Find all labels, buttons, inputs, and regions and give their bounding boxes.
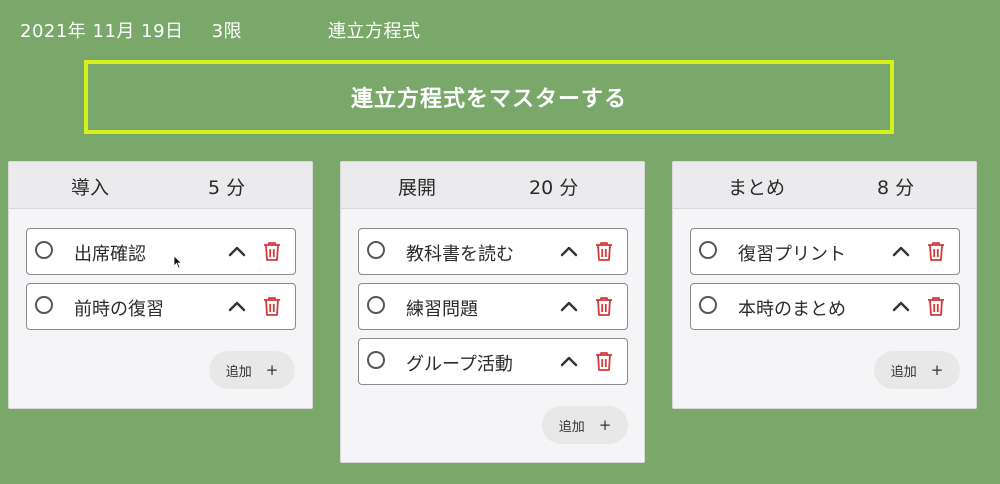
column-header: 展開 20 分 [341,162,644,209]
task-label: 練習問題 [406,299,478,320]
plus-icon: + [598,416,612,434]
add-task-button[interactable]: 追加 + [874,351,960,389]
chevron-up-icon[interactable] [227,296,247,316]
task-card[interactable]: 出席確認 [26,228,296,275]
column-title: 展開 [398,177,437,199]
chevron-up-icon[interactable] [891,241,911,261]
add-task-button[interactable]: 追加 + [542,406,628,444]
lesson-date: 2021年 11月 19日 [20,21,184,42]
task-label: 教科書を読む [406,244,514,265]
lesson-period: 3限 [211,21,243,42]
trash-icon[interactable] [263,241,281,261]
column-summary: まとめ 8 分 復習プリント 本時のまとめ 追加 + [672,161,977,409]
mouse-cursor-icon [173,255,183,269]
task-label: 前時の復習 [74,299,164,320]
lesson-subject: 連立方程式 [328,21,421,42]
column-title: まとめ [728,177,786,199]
column-minutes: 5 分 [208,177,246,199]
complete-radio[interactable] [367,241,385,259]
plus-icon: + [265,361,279,379]
column-introduction: 導入 5 分 出席確認 前時の復習 追加 + [8,161,313,409]
add-task-button[interactable]: 追加 + [209,351,295,389]
chevron-up-icon[interactable] [559,241,579,261]
chevron-up-icon[interactable] [559,351,579,371]
column-header: まとめ 8 分 [673,162,976,209]
lesson-goal-banner[interactable]: 連立方程式をマスターする [84,60,894,134]
task-label: グループ活動 [406,354,513,375]
column-header: 導入 5 分 [9,162,312,209]
task-card[interactable]: 練習問題 [358,283,628,330]
task-label: 出席確認 [74,244,146,265]
trash-icon[interactable] [595,296,613,316]
task-label: 復習プリント [738,244,846,265]
task-label: 本時のまとめ [738,299,846,320]
trash-icon[interactable] [927,241,945,261]
complete-radio[interactable] [35,241,53,259]
complete-radio[interactable] [367,296,385,314]
trash-icon[interactable] [595,241,613,261]
column-title: 導入 [71,177,110,199]
lesson-info-bar: 2021年 11月 19日 3限 連立方程式 [20,16,421,44]
add-button-label: 追加 [890,364,917,380]
trash-icon[interactable] [927,296,945,316]
chevron-up-icon[interactable] [891,296,911,316]
add-button-label: 追加 [225,364,252,380]
chevron-up-icon[interactable] [559,296,579,316]
task-card[interactable]: グループ活動 [358,338,628,385]
complete-radio[interactable] [35,296,53,314]
trash-icon[interactable] [595,351,613,371]
complete-radio[interactable] [367,351,385,369]
complete-radio[interactable] [699,296,717,314]
column-development: 展開 20 分 教科書を読む 練習問題 グループ活動 追加 + [340,161,645,463]
trash-icon[interactable] [263,296,281,316]
task-card[interactable]: 前時の復習 [26,283,296,330]
column-minutes: 20 分 [529,177,579,199]
chevron-up-icon[interactable] [227,241,247,261]
task-card[interactable]: 教科書を読む [358,228,628,275]
column-minutes: 8 分 [877,177,915,199]
task-card[interactable]: 本時のまとめ [690,283,960,330]
add-button-label: 追加 [558,419,585,435]
task-card[interactable]: 復習プリント [690,228,960,275]
plus-icon: + [930,361,944,379]
lesson-goal-text: 連立方程式をマスターする [350,87,627,112]
complete-radio[interactable] [699,241,717,259]
